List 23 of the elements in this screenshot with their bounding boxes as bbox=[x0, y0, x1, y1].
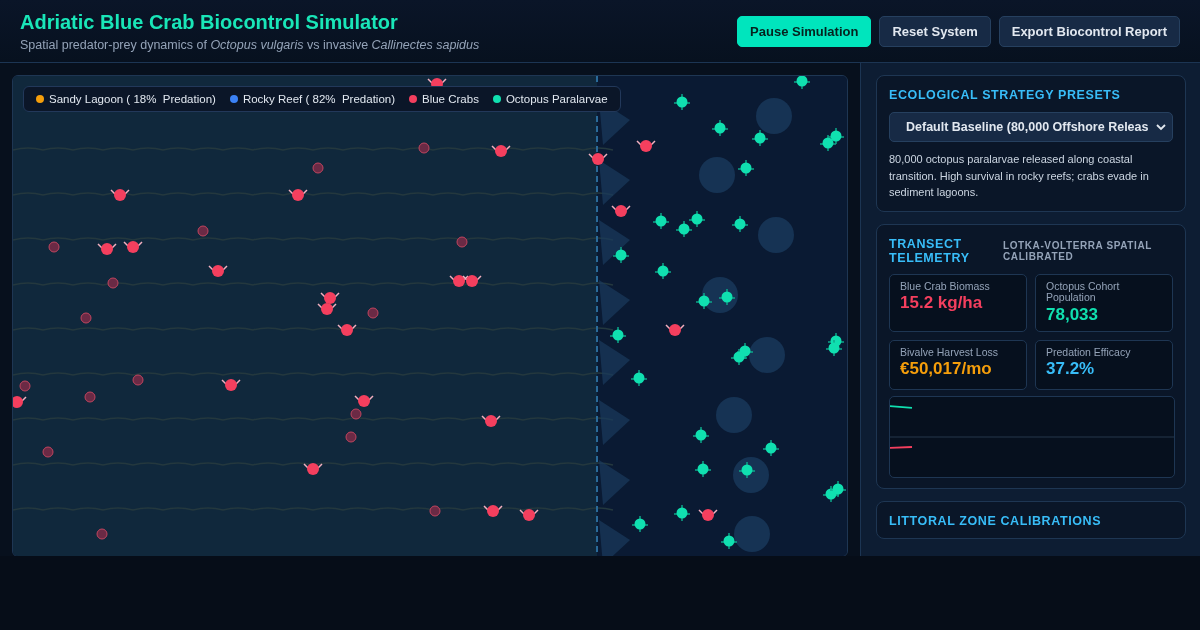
metric-label: Bivalve Harvest Loss bbox=[900, 346, 1000, 359]
card-title: ECOLOGICAL STRATEGY PRESETS bbox=[889, 88, 1122, 102]
app-title: Adriatic Blue Crab Biocontrol Simulator bbox=[20, 10, 399, 34]
metric-value: 37.2% bbox=[1046, 359, 1096, 380]
preset-select[interactable]: Default Baseline (80,000 Offshore Releas bbox=[889, 112, 1173, 142]
model-label: LOTKA-VOLTERRA SPATIAL CALIBRATED bbox=[1003, 239, 1153, 262]
legend-label: Octopus Paralarvae bbox=[505, 93, 608, 105]
metric-label: Blue Crab Biomass bbox=[900, 280, 991, 293]
action-button[interactable]: Pause Simulation bbox=[737, 15, 872, 47]
legend-label: Sandy Lagoon ( 18% Predation) bbox=[49, 93, 216, 105]
app-subtitle: Spatial predator-prey dynamics of Octopus vulgaris vs invasive Callinectes sapidus bbox=[20, 37, 480, 52]
action-button[interactable]: Reset System bbox=[879, 15, 991, 47]
legend-label: Blue Crabs bbox=[422, 93, 479, 105]
action-button[interactable]: Export Biocontrol Report bbox=[998, 15, 1180, 47]
legend-label: Rocky Reef ( 82% Predation) bbox=[242, 93, 395, 105]
metric-label: Predation Efficacy bbox=[1046, 346, 1132, 359]
card-title: TRANSECT TELEMETRY bbox=[889, 236, 967, 265]
preset-description: 80,000 octopus paralarvae released along coastal transition. High survival in rocky reefs; crabs evade in sediment lagoons. bbox=[889, 152, 1150, 200]
metric-label: Octopus Cohort Population bbox=[1046, 280, 1121, 304]
metric-value: €50,017/mo bbox=[900, 359, 993, 380]
metric-value: 78,033 bbox=[1046, 304, 1099, 325]
metric-value: 15.2 kg/ha bbox=[900, 293, 984, 314]
card-title: LITTORAL ZONE CALIBRATIONS bbox=[889, 513, 1103, 528]
